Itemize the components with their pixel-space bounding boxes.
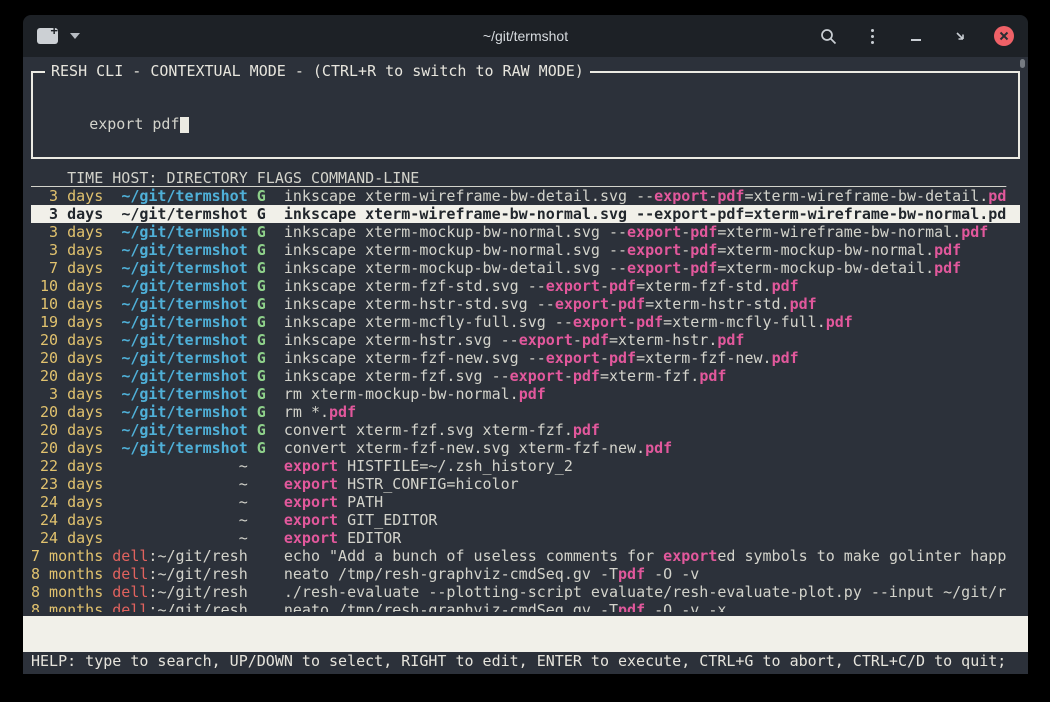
table-row[interactable]: 22 days ~ export HISTFILE=~/.zsh_history… — [31, 457, 1020, 475]
table-row[interactable]: 7 months dell:~/git/resh echo "Add a bun… — [31, 547, 1020, 565]
new-tab-icon[interactable]: + — [37, 28, 58, 44]
table-row[interactable]: 24 days ~ export EDITOR — [31, 529, 1020, 547]
help-bar: HELP: type to search, UP/DOWN to select,… — [31, 652, 1020, 670]
table-row[interactable]: 10 days ~/git/termshot G inkscape xterm-… — [31, 277, 1020, 295]
terminal-content: RESH CLI - CONTEXTUAL MODE - (CTRL+R to … — [23, 57, 1028, 674]
search-icon[interactable] — [818, 26, 838, 46]
minimize-icon[interactable] — [906, 26, 926, 46]
search-input[interactable]: export pdf — [89, 115, 179, 133]
table-row[interactable]: 3 days ~/git/termshot G inkscape xterm-m… — [31, 223, 1020, 241]
table-row[interactable]: 8 months dell:~/git/resh neato /tmp/resh… — [31, 601, 1020, 612]
table-row[interactable]: 20 days ~/git/termshot G convert xterm-f… — [31, 421, 1020, 439]
table-row[interactable]: 19 days ~/git/termshot G inkscape xterm-… — [31, 313, 1020, 331]
close-icon[interactable] — [994, 26, 1014, 46]
restore-icon[interactable] — [950, 26, 970, 46]
table-row[interactable]: 3 days ~/git/termshot G inkscape xterm-m… — [31, 241, 1020, 259]
menu-kebab-icon[interactable] — [862, 26, 882, 46]
table-row-selected[interactable]: 3 days ~/git/termshot G inkscape xterm-w… — [31, 205, 1020, 223]
table-row[interactable]: 7 days ~/git/termshot G inkscape xterm-m… — [31, 259, 1020, 277]
table-row[interactable]: 3 days ~/git/termshot G inkscape xterm-w… — [31, 187, 1020, 205]
table-row[interactable]: 8 months dell:~/git/resh neato /tmp/resh… — [31, 565, 1020, 583]
search-box[interactable]: RESH CLI - CONTEXTUAL MODE - (CTRL+R to … — [31, 71, 1020, 159]
table-row[interactable]: 20 days ~/git/termshot G inkscape xterm-… — [31, 367, 1020, 385]
table-row[interactable]: 24 days ~ export PATH — [31, 493, 1020, 511]
search-box-legend: RESH CLI - CONTEXTUAL MODE - (CTRL+R to … — [45, 62, 590, 80]
table-row[interactable]: 23 days ~ export HSTR_CONFIG=hicolor — [31, 475, 1020, 493]
table-row[interactable]: 3 days ~/git/termshot G rm xterm-mockup-… — [31, 385, 1020, 403]
table-row[interactable]: 20 days ~/git/termshot G inkscape xterm-… — [31, 349, 1020, 367]
scrollbar-thumb[interactable] — [1020, 59, 1025, 68]
table-row[interactable]: 20 days ~/git/termshot G rm *.pdf — [31, 403, 1020, 421]
titlebar: + ~/git/termshot — [23, 15, 1028, 57]
terminal-window: + ~/git/termshot — [23, 15, 1028, 674]
text-cursor — [180, 117, 189, 133]
table-row[interactable]: 24 days ~ export GIT_EDITOR — [31, 511, 1020, 529]
table-row[interactable]: 8 months dell:~/git/resh ./resh-evaluate… — [31, 583, 1020, 601]
table-row[interactable]: 20 days ~/git/termshot G convert xterm-f… — [31, 439, 1020, 457]
status-bar: 2020-05-07 17:17:28 tower:~/git/termshot… — [23, 616, 1028, 652]
dropdown-chevron-icon[interactable] — [70, 33, 80, 39]
table-row[interactable]: 20 days ~/git/termshot G inkscape xterm-… — [31, 331, 1020, 349]
history-rows: 3 days ~/git/termshot G inkscape xterm-w… — [31, 187, 1020, 612]
table-row[interactable]: 10 days ~/git/termshot G inkscape xterm-… — [31, 295, 1020, 313]
table-header: TIME HOST: DIRECTORY FLAGS COMMAND-LINE — [23, 169, 1028, 187]
